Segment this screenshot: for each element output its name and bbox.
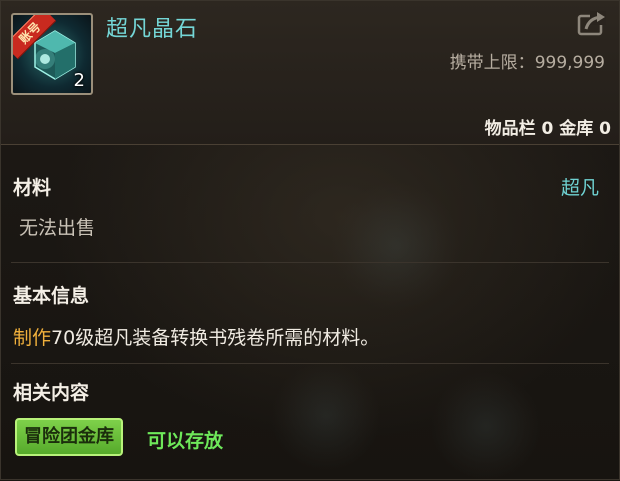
carry-limit-label: 携带上限： — [449, 53, 535, 73]
basic-info-section-title: 基本信息 — [13, 285, 90, 307]
item-count: 2 — [73, 70, 85, 91]
item-header: 账号 2 超凡晶石 携带上限：999,999 物品栏 0 金库 0 — [1, 1, 619, 145]
item-description: 制作70级超凡装备转换书残卷所需的材料。 — [13, 323, 379, 350]
adventure-vault-tag[interactable]: 冒险团金库 — [15, 418, 123, 456]
rarity-label: 超凡 — [560, 177, 599, 199]
description-text: 70级超凡装备转换书残卷所需的材料。 — [51, 327, 380, 349]
share-icon[interactable] — [577, 9, 607, 37]
unsellable-note: 无法出售 — [19, 217, 96, 239]
related-section-title: 相关内容 — [13, 382, 90, 404]
storage-count: 物品栏 0 金库 0 — [484, 119, 611, 139]
section-divider — [11, 363, 609, 364]
background-watermark — [271, 361, 381, 471]
background-watermark — [431, 371, 541, 481]
storable-label: 可以存放 — [147, 430, 224, 452]
item-icon-frame[interactable]: 账号 2 — [11, 13, 93, 95]
section-divider — [11, 262, 609, 263]
item-tooltip-panel: 账号 2 超凡晶石 携带上限：999,999 物品栏 0 金库 0 材料 超凡 … — [0, 0, 620, 481]
description-highlight: 制作 — [13, 327, 52, 349]
carry-limit: 携带上限：999,999 — [450, 48, 605, 73]
item-name: 超凡晶石 — [106, 17, 199, 42]
background-watermark — [331, 181, 461, 311]
carry-limit-value: 999,999 — [534, 53, 605, 73]
material-section-title: 材料 — [13, 177, 52, 199]
